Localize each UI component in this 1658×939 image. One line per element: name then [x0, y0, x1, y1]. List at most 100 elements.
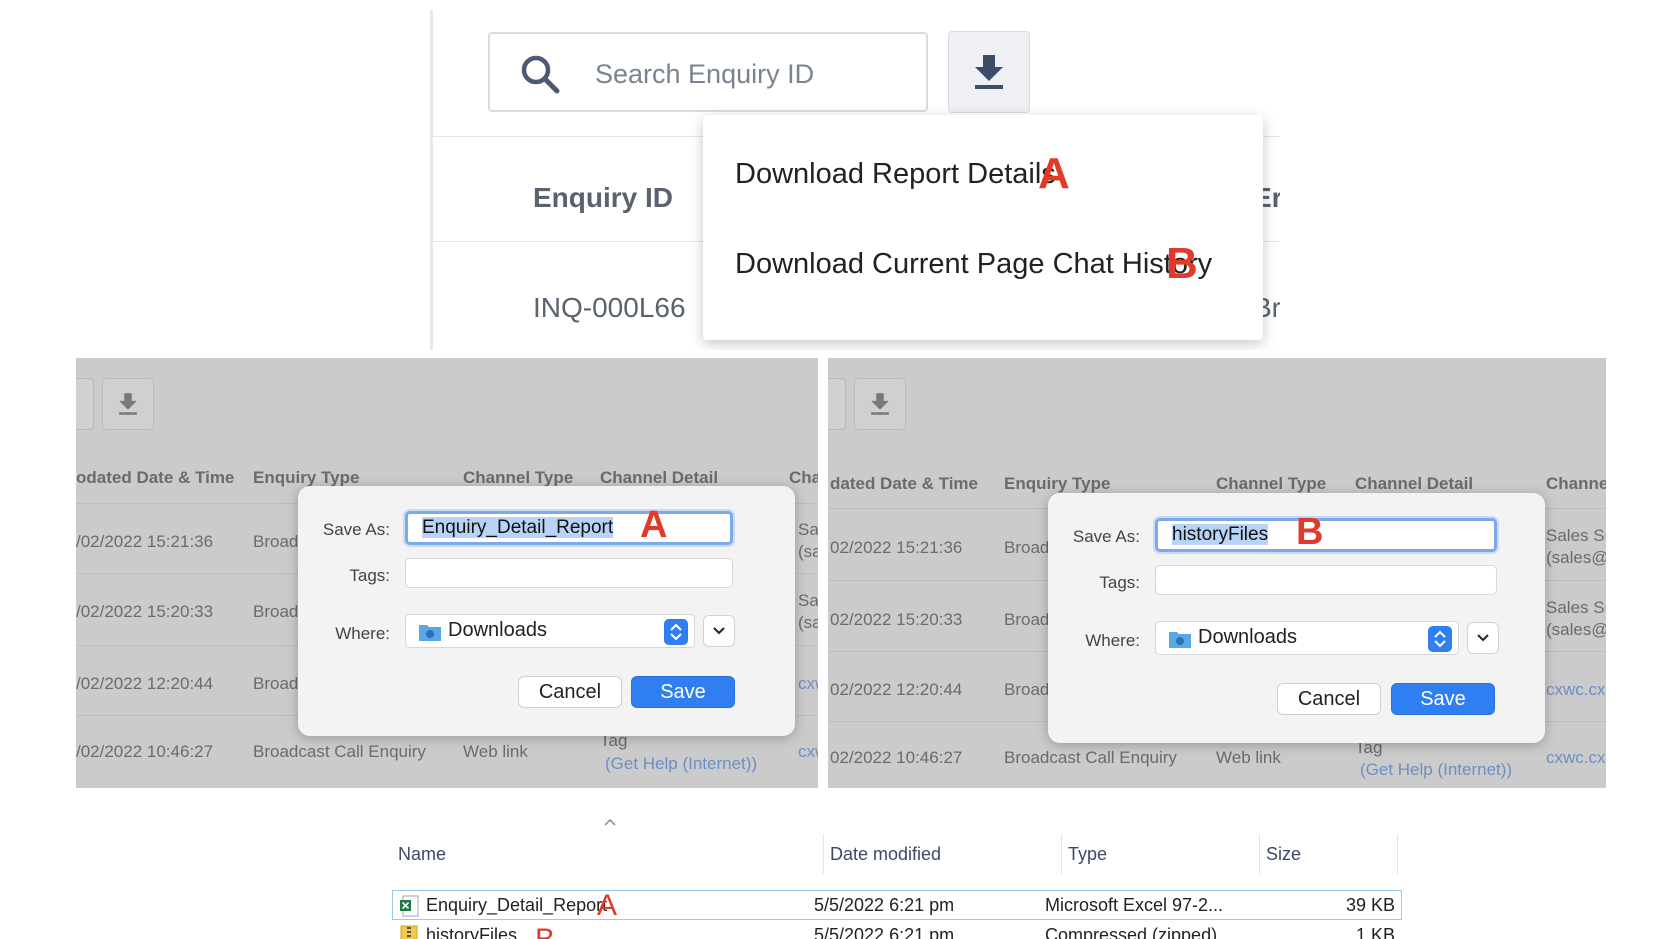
- toolbar-edge: [76, 378, 94, 430]
- annotation-marker-b: B: [535, 923, 555, 939]
- save-dialog: Save As: Enquiry_Detail_Report A Tags: W…: [298, 486, 795, 736]
- column-header: dated Date & Time: [830, 474, 979, 493]
- search-input[interactable]: [595, 52, 905, 96]
- chevron-down-icon: [713, 627, 725, 635]
- download-button[interactable]: [948, 31, 1030, 113]
- column-name[interactable]: Name: [392, 834, 824, 874]
- download-icon: [975, 55, 1003, 89]
- save-button[interactable]: Save: [1391, 683, 1495, 715]
- save-as-label: Save As:: [322, 520, 390, 539]
- detail-link[interactable]: cxw: [798, 742, 818, 762]
- type-cell: Broad: [253, 674, 299, 693]
- type-cell: Broad: [1004, 538, 1050, 557]
- download-icon: [871, 393, 889, 415]
- detail-cell: (sal: [798, 542, 818, 561]
- type-cell: Broad: [1004, 610, 1050, 629]
- file-name: historyFiles: [426, 925, 518, 939]
- download-menu: Download Report Details A Download Curre…: [703, 115, 1263, 340]
- file-row-zip[interactable]: historyFiles B 5/5/2022 6:21 pm Compress…: [392, 920, 1402, 939]
- detail-cell: Sales Su: [1546, 598, 1606, 617]
- menu-item-label: Download Current Page Chat History: [735, 248, 1213, 280]
- column-header: Enquiry Type: [1004, 474, 1111, 493]
- filename-text: historyFiles: [1172, 524, 1269, 545]
- download-button[interactable]: [854, 378, 906, 430]
- search-box[interactable]: [488, 32, 928, 112]
- detail-link[interactable]: cxw: [798, 674, 818, 694]
- column-header: Channel Type: [463, 468, 574, 487]
- column-header: Channel Detail: [600, 468, 719, 487]
- annotation-marker-b: B: [1296, 511, 1324, 553]
- stepper-icon: [1428, 626, 1452, 652]
- file-row-excel[interactable]: Enquiry_Detail_Report A 5/5/2022 6:21 pm…: [392, 889, 1402, 922]
- detail-cell: Sale: [798, 520, 818, 539]
- type-cell: Broad: [1004, 680, 1050, 699]
- download-button[interactable]: [102, 378, 154, 430]
- date-cell: /02/2022 10:46:27: [76, 742, 214, 761]
- file-name: Enquiry_Detail_Report: [426, 895, 608, 915]
- tags-input[interactable]: [1155, 565, 1497, 595]
- detail-cell: Sales Su: [1546, 526, 1606, 545]
- where-value: Downloads: [1198, 626, 1297, 648]
- where-select[interactable]: Downloads: [405, 614, 695, 648]
- column-header: Channel Detail: [1355, 474, 1474, 493]
- save-as-label: Save As:: [1072, 527, 1140, 546]
- file-date: 5/5/2022 6:21 pm: [814, 895, 955, 915]
- tags-label: Tags:: [1099, 573, 1140, 592]
- annotation-marker-a: A: [597, 889, 618, 922]
- save-button[interactable]: Save: [631, 676, 735, 708]
- save-dialog: Save As: historyFiles B Tags: Where: Dow…: [1048, 493, 1545, 743]
- file-explorer: Name Date modified Type Size Enquiry_Det…: [392, 812, 1402, 939]
- save-dialog-panel-a: odated Date & Time Enquiry Type Channel …: [76, 358, 818, 788]
- where-value: Downloads: [448, 619, 547, 641]
- column-header: Channel Type: [1216, 474, 1327, 493]
- downloads-folder-icon: [1169, 632, 1191, 648]
- save-as-input[interactable]: historyFiles B: [1155, 511, 1497, 553]
- type-cell: Broadcast Call Enquiry: [253, 742, 426, 761]
- menu-item-label: Download Report Details: [735, 158, 1056, 190]
- where-select[interactable]: Downloads: [1155, 621, 1459, 655]
- expand-button[interactable]: [703, 615, 735, 647]
- save-dialog-panel-b: dated Date & Time Enquiry Type Channel T…: [828, 358, 1606, 788]
- enquiry-id-cell[interactable]: INQ-000L66: [533, 292, 686, 324]
- file-size: 39 KB: [1345, 895, 1395, 915]
- download-icon: [119, 393, 137, 415]
- cancel-button[interactable]: Cancel: [518, 676, 622, 708]
- annotation-marker-b: B: [1166, 239, 1198, 288]
- get-help-link[interactable]: (Get Help (Internet)): [605, 754, 757, 774]
- downloads-folder-icon: [419, 625, 441, 641]
- detail-cell: (sales@: [1546, 548, 1606, 567]
- type-cell: Broadcast Call Enquiry: [1004, 748, 1177, 767]
- column-type[interactable]: Type: [1062, 834, 1260, 874]
- expand-button[interactable]: [1467, 622, 1499, 654]
- date-cell: 02/2022 15:20:33: [830, 610, 963, 629]
- column-size[interactable]: Size: [1260, 834, 1398, 874]
- detail-cell: (sal: [798, 613, 818, 632]
- where-label: Where:: [335, 624, 390, 643]
- stepper-icon: [664, 619, 688, 645]
- tags-label: Tags:: [349, 566, 390, 585]
- channel-cell: Web link: [463, 742, 528, 761]
- tags-input[interactable]: [405, 558, 733, 588]
- get-help-link[interactable]: (Get Help (Internet)): [1360, 760, 1512, 780]
- date-cell: 02/2022 12:20:44: [830, 680, 963, 699]
- annotation-marker-a: A: [1038, 149, 1070, 198]
- file-type: Microsoft Excel 97-2...: [1045, 895, 1224, 915]
- file-size: 1 KB: [1355, 925, 1395, 939]
- save-as-input[interactable]: Enquiry_Detail_Report A: [405, 504, 733, 546]
- detail-link[interactable]: cxwc.cx: [1546, 680, 1606, 700]
- filename-text: Enquiry_Detail_Report: [422, 517, 614, 538]
- type-cell: Broad: [253, 602, 299, 621]
- column-header: Channel: [1546, 474, 1606, 493]
- sort-ascending-icon: [604, 818, 616, 826]
- menu-item-download-report[interactable]: Download Report Details: [735, 158, 1056, 191]
- where-label: Where:: [1085, 631, 1140, 650]
- date-cell: /02/2022 12:20:44: [76, 674, 214, 693]
- cancel-button[interactable]: Cancel: [1277, 683, 1381, 715]
- column-date-modified[interactable]: Date modified: [824, 834, 1062, 874]
- detail-link[interactable]: cxwc.cx: [1546, 748, 1606, 768]
- column-header: Enquiry Type: [253, 468, 360, 487]
- search-icon: [521, 55, 560, 94]
- menu-item-download-chat-history[interactable]: Download Current Page Chat History: [735, 248, 1212, 281]
- date-cell: /02/2022 15:20:33: [76, 602, 214, 621]
- zip-folder-icon: [400, 925, 418, 939]
